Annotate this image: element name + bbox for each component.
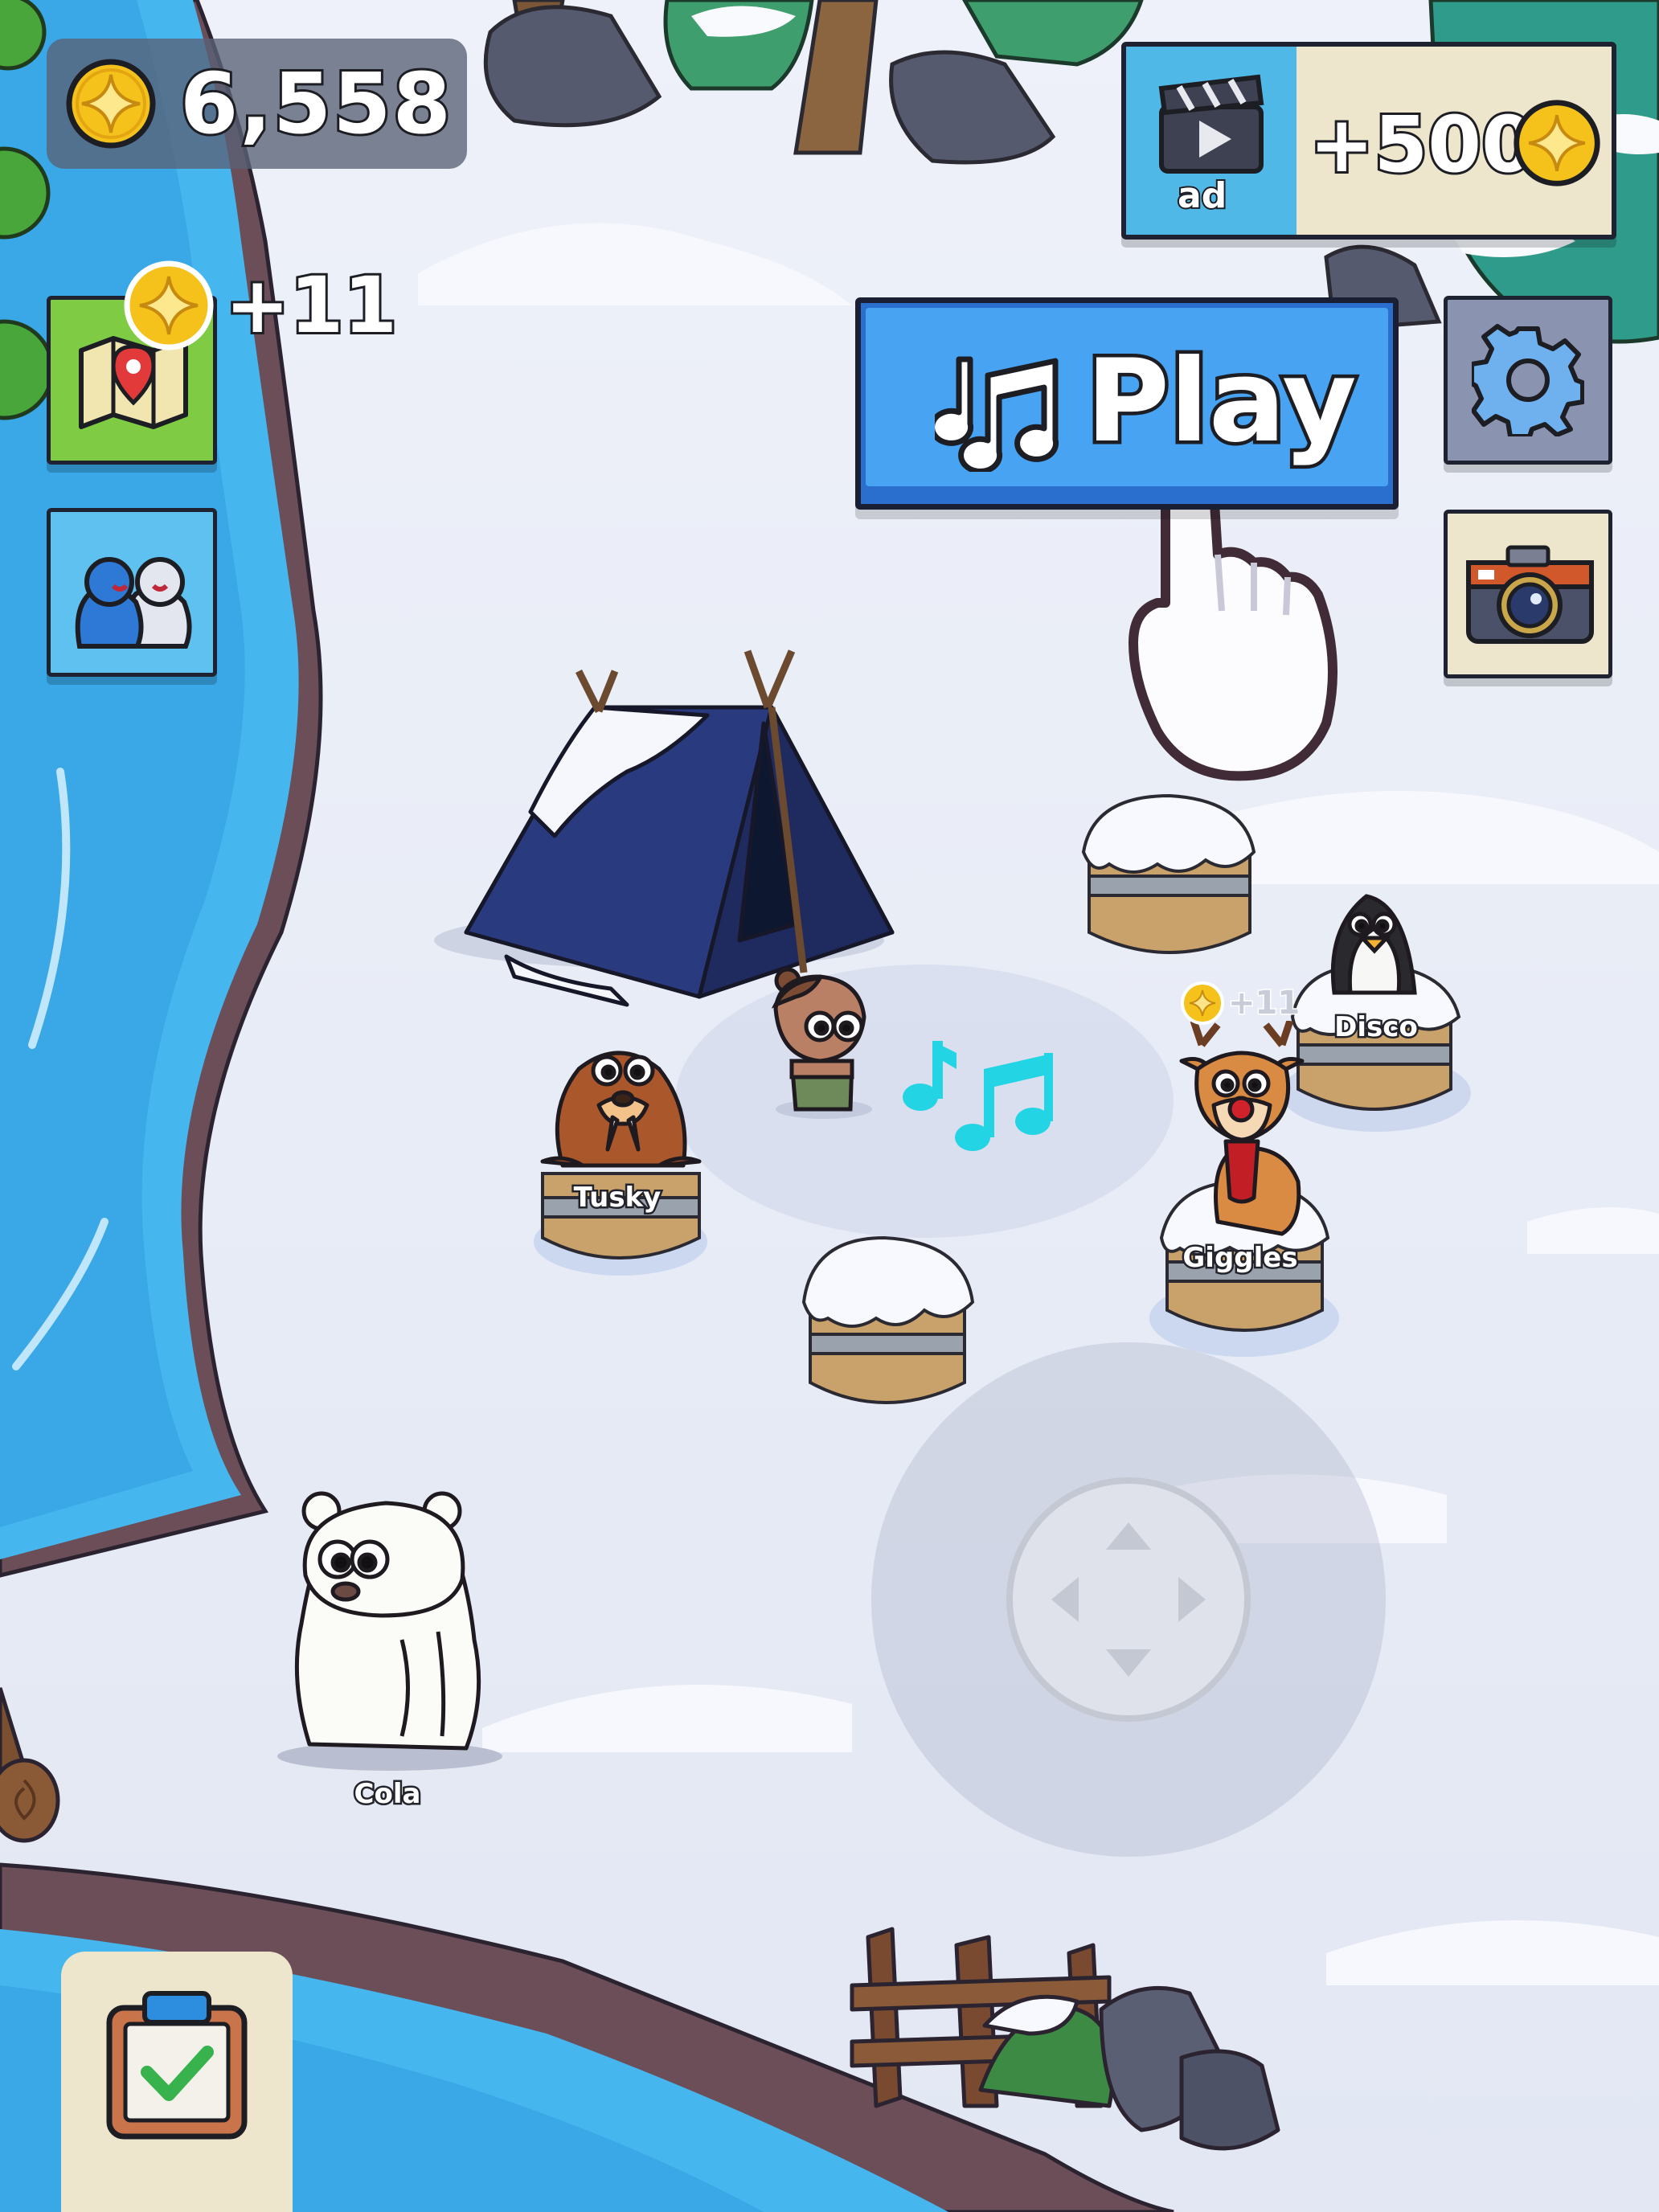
- coin-counter: 6,558: [47, 39, 467, 169]
- cola-nameplate: Cola: [352, 1776, 423, 1813]
- disco-penguin[interactable]: [1318, 880, 1431, 1001]
- play-button-label: Play: [1083, 332, 1361, 472]
- camera-button[interactable]: [1444, 510, 1612, 678]
- music-notes-icon: [903, 1041, 1053, 1151]
- watch-ad-reward-button[interactable]: ad +500: [1121, 42, 1616, 240]
- clapperboard-icon: [1158, 74, 1264, 174]
- map-coin-bonus-text: +11: [223, 258, 399, 353]
- tasks-button[interactable]: [61, 1952, 293, 2212]
- game-scene[interactable]: Tusky Disco Giggles Cola +11 6,558 ad +5…: [0, 0, 1659, 2212]
- joystick-knob[interactable]: [1006, 1477, 1251, 1722]
- coin-icon: [124, 260, 214, 350]
- friends-icon: [75, 557, 192, 649]
- camera-icon: [1466, 545, 1594, 644]
- map-coin-bonus: +11: [121, 257, 399, 354]
- giggles-coin-bonus-text: +11: [1227, 984, 1301, 1023]
- tusky-walrus[interactable]: [539, 1021, 707, 1182]
- coin-icon: [1181, 981, 1224, 1025]
- settings-button[interactable]: [1444, 296, 1612, 465]
- music-notes-icon: [935, 356, 1059, 472]
- ad-label: ad: [1176, 174, 1228, 218]
- coin-icon: [66, 59, 156, 149]
- tusky-nameplate: Tusky: [571, 1180, 663, 1216]
- clipboard-icon: [106, 1991, 248, 2140]
- giggles-reindeer[interactable]: [1169, 1021, 1322, 1238]
- player-character[interactable]: [756, 961, 884, 1121]
- ad-reward-amount: +500: [1307, 97, 1538, 192]
- disco-nameplate: Disco: [1333, 1010, 1420, 1046]
- joystick-base[interactable]: [871, 1342, 1386, 1857]
- coin-icon: [1514, 100, 1600, 186]
- giggles-nameplate: Giggles: [1181, 1240, 1300, 1276]
- gear-icon: [1472, 324, 1584, 436]
- cola-polar-bear[interactable]: [273, 1479, 506, 1776]
- giggles-coin-bonus: +11: [1180, 981, 1301, 1026]
- joystick-icon: [1051, 1522, 1206, 1677]
- friends-button[interactable]: [47, 508, 217, 677]
- coin-count: 6,558: [178, 52, 453, 155]
- play-button[interactable]: Play: [855, 297, 1399, 510]
